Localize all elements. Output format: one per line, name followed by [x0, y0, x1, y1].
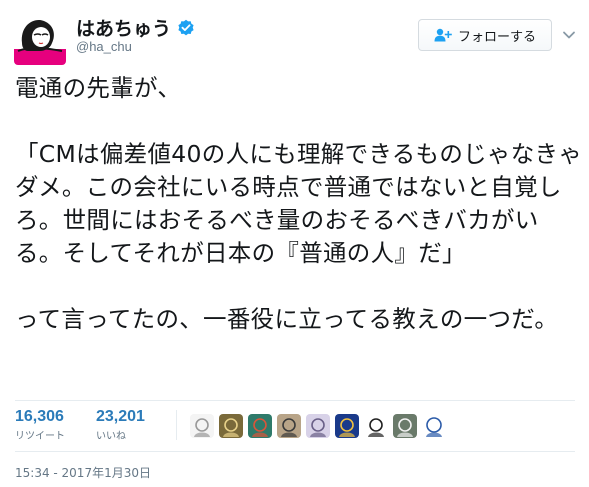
liker-joker-avatar[interactable] [393, 414, 417, 438]
more-menu-button[interactable] [562, 27, 576, 41]
tweet-timestamp[interactable]: 15:34 - 2017年1月30日 [15, 464, 151, 481]
chevron-down-icon [563, 31, 575, 39]
stat-separator [176, 410, 177, 440]
like-label: いいね [96, 431, 126, 442]
like-count[interactable]: 23,201 [96, 408, 145, 426]
divider [15, 451, 575, 452]
liker-anime-avatar[interactable] [277, 414, 301, 438]
retweet-label: リツイート [15, 431, 65, 442]
author-display-name[interactable]: はあちゅう [76, 14, 171, 41]
liker-dragon-avatar[interactable] [248, 414, 272, 438]
liker-sketch-avatar[interactable] [190, 414, 214, 438]
liker-boy-avatar[interactable] [364, 414, 388, 438]
profile-illustration [14, 13, 66, 65]
like-stat[interactable]: 23,201 いいね [96, 408, 145, 442]
author-handle[interactable]: @ha_chu [76, 39, 132, 54]
author-display-name-row[interactable]: はあちゅう [76, 14, 195, 41]
liker-sparkle-avatar[interactable] [335, 414, 359, 438]
avatar[interactable] [14, 13, 66, 65]
retweet-count[interactable]: 16,306 [15, 408, 65, 426]
add-user-icon [434, 28, 452, 42]
follow-button-label: フォローする [457, 29, 536, 45]
liker-avatars [190, 414, 451, 438]
tweet-text: 電通の先輩が、 「CMは偏差値40の人にも理解できるものじゃなきゃダメ。この会社… [15, 74, 583, 333]
follow-button[interactable]: フォローする [418, 19, 552, 51]
retweet-stat[interactable]: 16,306 リツイート [15, 408, 65, 442]
divider [15, 400, 575, 401]
liker-scene-avatar[interactable] [219, 414, 243, 438]
liker-anime-avatar[interactable] [306, 414, 330, 438]
verified-badge-icon [177, 19, 195, 37]
liker-logo-avatar[interactable] [422, 414, 446, 438]
